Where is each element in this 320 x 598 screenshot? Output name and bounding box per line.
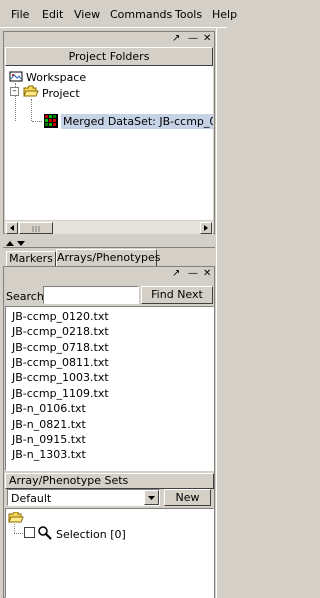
- splitter-arrows-icon[interactable]: [5, 239, 29, 247]
- sets-dropdown-value: Default: [11, 492, 52, 505]
- divider: [3, 234, 215, 240]
- dataset-grid-icon: [44, 114, 58, 128]
- project-tree: Workspace – Project Merged DataSet: JB-c: [5, 66, 213, 234]
- workspace-icon: [9, 71, 23, 82]
- selection-checkbox[interactable]: [24, 527, 35, 538]
- panel-controls: ↗ — ✕: [4, 267, 214, 282]
- project-label[interactable]: Project: [42, 87, 80, 100]
- tab-strip: Markers Arrays/Phenotypes: [3, 249, 215, 266]
- folder-open-icon: [8, 512, 24, 523]
- arrays-panel: ↗ — ✕ Search: Find Next JB-ccmp_0120.txt…: [3, 266, 215, 598]
- splitter-line: [3, 247, 215, 248]
- collapse-icon[interactable]: –: [10, 87, 19, 96]
- panel-controls: ↗ — ✕: [4, 32, 214, 47]
- undock-icon[interactable]: ↗: [172, 34, 180, 44]
- tree-line: [14, 524, 15, 533]
- right-edge: [216, 28, 227, 598]
- tree-line: [14, 533, 23, 534]
- list-item[interactable]: JB-n_0106.txt: [12, 402, 86, 415]
- minimize-icon[interactable]: —: [188, 269, 198, 279]
- horizontal-scrollbar[interactable]: [5, 220, 213, 234]
- new-set-button[interactable]: New: [164, 489, 211, 506]
- scroll-right-icon[interactable]: [200, 222, 212, 234]
- menu-view[interactable]: View: [74, 8, 100, 21]
- list-item[interactable]: JB-ccmp_1003.txt: [12, 371, 109, 384]
- menu-edit[interactable]: Edit: [42, 8, 63, 21]
- tab-markers[interactable]: Markers: [6, 251, 56, 266]
- tree-line: [32, 121, 42, 122]
- sets-dropdown[interactable]: Default: [7, 489, 160, 506]
- tree-line: [31, 99, 32, 121]
- tab-arrays-phenotypes[interactable]: Arrays/Phenotypes: [56, 249, 160, 266]
- menu-help[interactable]: Help: [212, 8, 237, 21]
- list-item[interactable]: JB-n_0821.txt: [12, 418, 86, 431]
- find-next-button[interactable]: Find Next: [141, 286, 213, 304]
- project-folders-panel: ↗ — ✕ Project Folders Workspace – Projec…: [3, 31, 215, 234]
- undock-icon[interactable]: ↗: [172, 269, 180, 279]
- menu-tools[interactable]: Tools: [175, 8, 202, 21]
- list-item[interactable]: JB-ccmp_1109.txt: [12, 387, 109, 400]
- list-item[interactable]: JB-n_1303.txt: [12, 448, 86, 461]
- close-icon[interactable]: ✕: [203, 269, 211, 279]
- list-item[interactable]: JB-ccmp_0120.txt: [12, 310, 109, 323]
- menu-commands[interactable]: Commands: [110, 8, 172, 21]
- scroll-thumb[interactable]: [19, 222, 53, 234]
- menu-file[interactable]: File: [11, 8, 29, 21]
- folder-open-icon: [23, 85, 39, 97]
- project-folders-title: Project Folders: [5, 47, 213, 66]
- arrays-list: JB-ccmp_0120.txt JB-ccmp_0218.txt JB-ccm…: [5, 306, 214, 471]
- menu-bar: File Edit View Commands Tools Help: [0, 0, 237, 28]
- list-item[interactable]: JB-ccmp_0218.txt: [12, 325, 109, 338]
- merged-dataset-node[interactable]: Merged DataSet: JB-ccmp_0120.txt: [61, 114, 213, 129]
- sets-tree: Selection [0]: [5, 508, 214, 598]
- selection-label[interactable]: Selection [0]: [56, 528, 126, 541]
- close-icon[interactable]: ✕: [203, 34, 211, 44]
- tree-line: [15, 92, 16, 121]
- workspace-label[interactable]: Workspace: [26, 71, 86, 84]
- list-item[interactable]: JB-n_0915.txt: [12, 433, 86, 446]
- search-person-icon: [38, 526, 52, 540]
- search-label: Search:: [6, 290, 48, 303]
- scroll-left-icon[interactable]: [6, 222, 18, 234]
- list-item[interactable]: JB-ccmp_0811.txt: [12, 356, 109, 369]
- list-item[interactable]: JB-ccmp_0718.txt: [12, 341, 109, 354]
- search-input[interactable]: [43, 286, 139, 304]
- dropdown-arrow-icon[interactable]: [144, 490, 159, 505]
- sets-header: Array/Phenotype Sets: [5, 473, 214, 489]
- minimize-icon[interactable]: —: [188, 34, 198, 44]
